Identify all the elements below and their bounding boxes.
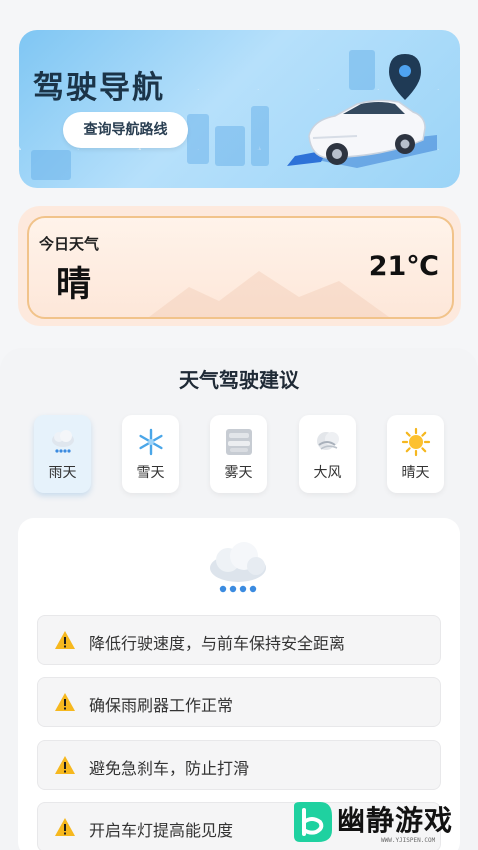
map-building	[31, 150, 71, 180]
weather-condition: 晴	[56, 265, 92, 305]
tip-item: 降低行驶速度，与前车保持安全距离	[37, 615, 441, 665]
watermark-url: WWW.YJISPEN.COM	[381, 837, 436, 844]
tip-text: 降低行驶速度，与前车保持安全距离	[89, 634, 346, 653]
sun-icon	[401, 427, 431, 457]
banner-title: 驾驶导航	[33, 70, 165, 106]
tab-snow[interactable]: 雪天	[122, 415, 179, 493]
temperature: 21℃	[368, 251, 439, 282]
fog-icon	[226, 429, 252, 455]
navigation-banner[interactable]: 驾驶导航 查询导航路线	[19, 30, 460, 188]
tab-wind[interactable]: 大风	[299, 415, 356, 493]
watermark-logo-icon	[294, 802, 332, 842]
warning-icon	[55, 818, 75, 836]
tip-text: 确保雨刷器工作正常	[89, 696, 234, 715]
tab-label: 大风	[313, 465, 342, 481]
mountain-decoration	[149, 271, 389, 317]
query-route-button[interactable]: 查询导航路线	[63, 112, 188, 148]
warning-icon	[55, 756, 75, 774]
section-title: 天气驾驶建议	[179, 368, 299, 392]
map-building	[251, 106, 269, 166]
today-weather-card: 今日天气 晴 21℃	[27, 216, 454, 319]
tab-sunny[interactable]: 晴天	[387, 415, 444, 493]
tab-rain[interactable]: 雨天	[34, 415, 91, 493]
tab-label: 雪天	[136, 465, 165, 481]
tip-text: 开启车灯提高能见度	[89, 821, 234, 840]
map-building	[187, 114, 209, 164]
rain-cloud-icon	[210, 542, 266, 593]
watermark-text: 幽静游戏	[337, 804, 454, 837]
tip-item: 避免急刹车，防止打滑	[37, 740, 441, 790]
site-watermark: 幽静游戏 WWW.YJISPEN.COM	[285, 793, 478, 850]
today-weather-label: 今日天气	[39, 235, 100, 253]
tip-text: 避免急刹车，防止打滑	[89, 759, 250, 778]
tab-label: 雾天	[224, 465, 253, 481]
warning-icon	[55, 631, 75, 649]
wind-icon	[317, 432, 339, 450]
car-with-pin-icon	[287, 54, 437, 168]
warning-icon	[55, 693, 75, 711]
snowflake-icon	[139, 428, 163, 456]
rain-cloud-icon	[52, 430, 74, 453]
tip-item: 确保雨刷器工作正常	[37, 677, 441, 727]
map-building	[215, 126, 245, 166]
tab-label: 晴天	[401, 465, 430, 481]
tab-fog[interactable]: 雾天	[210, 415, 267, 493]
tab-label: 雨天	[48, 465, 77, 481]
